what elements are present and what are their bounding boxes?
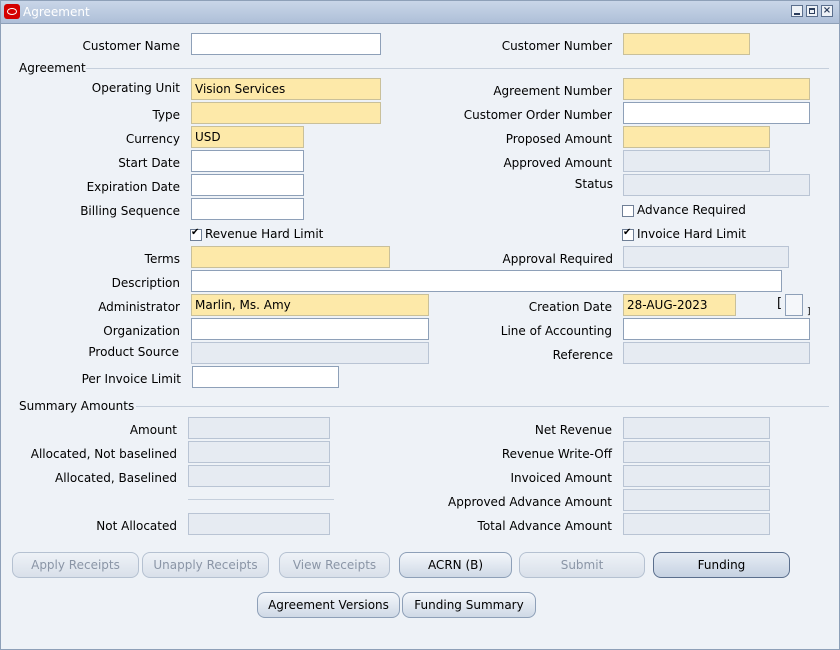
line-of-accounting-field[interactable]	[623, 318, 810, 340]
status-field	[623, 174, 810, 196]
billing-sequence-label: Billing Sequence	[80, 204, 180, 218]
apply-receipts-button[interactable]: Apply Receipts	[12, 552, 139, 578]
approval-required-field	[623, 246, 789, 268]
flexfield-open-bracket: [	[777, 296, 783, 311]
customer-number-field[interactable]	[623, 33, 750, 55]
summary-amounts-section-label: Summary Amounts	[19, 399, 135, 413]
total-advance-amount-label: Total Advance Amount	[477, 519, 612, 533]
flexfield-field[interactable]	[785, 294, 803, 316]
agreement-section-label: Agreement	[19, 61, 86, 75]
expiration-date-label: Expiration Date	[86, 180, 180, 194]
submit-button[interactable]: Submit	[519, 552, 645, 578]
net-revenue-label: Net Revenue	[534, 423, 612, 437]
billing-sequence-field[interactable]	[191, 198, 304, 220]
invoice-hard-limit-checkbox[interactable]: Invoice Hard Limit	[622, 227, 746, 241]
product-source-field	[191, 342, 429, 364]
expiration-date-field[interactable]	[191, 174, 304, 196]
invoiced-amount-label: Invoiced Amount	[510, 471, 613, 485]
oracle-logo-icon	[4, 4, 20, 19]
approved-amount-label: Approved Amount	[503, 156, 612, 170]
acrn-button[interactable]: ACRN (B)	[399, 552, 512, 578]
funding-summary-button[interactable]: Funding Summary	[402, 592, 536, 618]
administrator-label: Administrator	[98, 300, 180, 314]
net-revenue-field	[623, 417, 770, 439]
line-of-accounting-label: Line of Accounting	[500, 324, 612, 338]
allocated-not-baselined-label: Allocated, Not baselined	[30, 447, 177, 461]
start-date-label: Start Date	[118, 156, 180, 170]
administrator-field[interactable]: Marlin, Ms. Amy	[191, 294, 429, 316]
agreement-window: Agreement × Customer Name Customer Numbe…	[0, 0, 840, 650]
agreement-versions-button[interactable]: Agreement Versions	[257, 592, 400, 618]
description-field[interactable]	[191, 270, 782, 292]
creation-date-field[interactable]: 28-AUG-2023	[623, 294, 736, 316]
approval-required-label: Approval Required	[502, 252, 613, 266]
agreement-number-label: Agreement Number	[493, 84, 612, 98]
revenue-hard-limit-label: Revenue Hard Limit	[205, 227, 324, 241]
not-allocated-field	[188, 513, 330, 535]
customer-name-label: Customer Name	[82, 39, 180, 53]
customer-order-number-label: Customer Order Number	[463, 108, 612, 122]
agreement-number-field[interactable]	[623, 78, 810, 100]
reference-field	[623, 342, 810, 364]
operating-unit-label: Operating Unit	[91, 81, 180, 95]
customer-number-label: Customer Number	[501, 39, 612, 53]
invoice-hard-limit-label: Invoice Hard Limit	[637, 227, 746, 241]
proposed-amount-label: Proposed Amount	[505, 132, 612, 146]
revenue-hard-limit-checkbox[interactable]: Revenue Hard Limit	[190, 227, 323, 241]
operating-unit-field[interactable]: Vision Services	[191, 78, 381, 100]
advance-required-box[interactable]	[622, 204, 634, 217]
minimize-icon[interactable]	[791, 5, 803, 17]
total-advance-amount-field	[623, 513, 770, 535]
allocated-not-baselined-field	[188, 441, 330, 463]
organization-label: Organization	[103, 324, 180, 338]
currency-field[interactable]: USD	[191, 126, 304, 148]
allocated-baselined-field	[188, 465, 330, 487]
revenue-hard-limit-box[interactable]	[190, 227, 202, 241]
organization-field[interactable]	[191, 318, 429, 340]
per-invoice-limit-label: Per Invoice Limit	[81, 372, 181, 386]
agreement-section-divider	[86, 68, 829, 69]
type-field[interactable]	[191, 102, 381, 124]
terms-label: Terms	[144, 252, 180, 266]
proposed-amount-field[interactable]	[623, 126, 770, 148]
amount-field	[188, 417, 330, 439]
advance-required-label: Advance Required	[637, 203, 746, 217]
customer-name-field[interactable]	[191, 33, 381, 55]
revenue-write-off-field	[623, 441, 770, 463]
per-invoice-limit-field[interactable]	[192, 366, 339, 388]
not-allocated-label: Not Allocated	[96, 519, 177, 533]
description-label: Description	[111, 276, 180, 290]
approved-advance-amount-label: Approved Advance Amount	[448, 495, 612, 509]
view-receipts-button[interactable]: View Receipts	[279, 552, 390, 578]
flexfield-close-bracket: ]	[807, 307, 811, 317]
reference-label: Reference	[552, 348, 613, 362]
close-icon[interactable]: ×	[821, 5, 833, 17]
invoiced-amount-field	[623, 465, 770, 487]
summary-total-divider	[188, 499, 334, 500]
start-date-field[interactable]	[191, 150, 304, 172]
maximize-icon[interactable]	[806, 5, 818, 17]
amount-label: Amount	[129, 423, 177, 437]
currency-label: Currency	[125, 132, 180, 146]
status-label: Status	[574, 177, 613, 191]
creation-date-label: Creation Date	[528, 300, 612, 314]
product-source-label: Product Source	[88, 345, 179, 359]
revenue-write-off-label: Revenue Write-Off	[501, 447, 612, 461]
approved-amount-field	[623, 150, 770, 172]
funding-button[interactable]: Funding	[653, 552, 790, 578]
title-bar[interactable]: Agreement ×	[1, 1, 839, 24]
summary-section-divider	[136, 406, 829, 407]
customer-order-number-field[interactable]	[623, 102, 810, 124]
advance-required-checkbox[interactable]: Advance Required	[622, 203, 746, 217]
invoice-hard-limit-box[interactable]	[622, 227, 634, 241]
allocated-baselined-label: Allocated, Baselined	[55, 471, 177, 485]
window-title: Agreement	[23, 5, 90, 19]
approved-advance-amount-field	[623, 489, 770, 511]
unapply-receipts-button[interactable]: Unapply Receipts	[142, 552, 269, 578]
terms-field[interactable]	[191, 246, 390, 268]
type-label: Type	[152, 108, 180, 122]
